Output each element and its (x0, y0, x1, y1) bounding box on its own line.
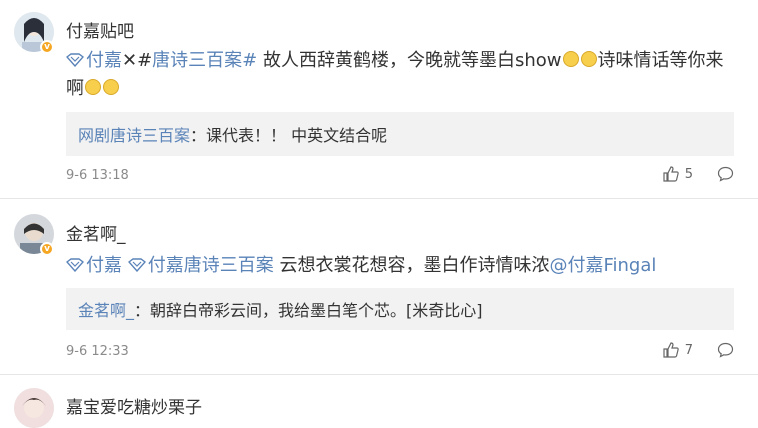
comment-actions: 5 (663, 166, 734, 182)
comment-text: 付嘉 付嘉唐诗三百案 云想衣裳花想容，墨白作诗情味浓@付嘉Fingal (66, 252, 738, 280)
username[interactable]: 嘉宝爱吃糖炒栗子 (66, 393, 202, 418)
comment-body: 云想衣裳花想容，墨白作诗情味浓 (279, 255, 550, 276)
comment-bubble-icon[interactable] (717, 166, 734, 182)
mention-link[interactable]: @付嘉Fingal (549, 255, 656, 276)
comment-text: 付嘉✕#唐诗三百案# 故人西辞黄鹤楼，今晚就等墨白show 诗味情话等你来啊 (66, 47, 738, 103)
topic-link[interactable]: 付嘉 (66, 255, 122, 276)
reply-author[interactable]: 网剧唐诗三百案 (78, 122, 190, 146)
username[interactable]: 付嘉贴吧 (66, 17, 134, 42)
like-count: 5 (684, 166, 693, 182)
smile-emoji-icon (562, 51, 579, 67)
timestamp: 9-6 12:33 (66, 344, 129, 359)
thumbs-up-icon[interactable] (663, 166, 679, 182)
comment-item: 嘉宝爱吃糖炒栗子 (0, 376, 758, 428)
comment-item: v 付嘉贴吧 付嘉✕#唐诗三百案# 故人西辞黄鹤楼，今晚就等墨白show 诗味情话… (0, 0, 758, 200)
divider (0, 198, 758, 199)
comment-bubble-icon[interactable] (717, 342, 734, 358)
verified-badge-icon: v (40, 40, 54, 54)
super-topic-icon (66, 53, 84, 67)
like-count: 7 (684, 342, 693, 358)
reply-text: ：朝辞白帝彩云间，我给墨白笔个芯。[米奇比心] (134, 301, 483, 320)
avatar[interactable] (14, 388, 54, 428)
topic-link[interactable]: 唐诗三百案# (152, 50, 257, 71)
smile-emoji-icon (85, 79, 101, 95)
timestamp: 9-6 13:18 (66, 168, 129, 183)
comment-item: v 金茗啊_ 付嘉 付嘉唐诗三百案 云想衣裳花想容，墨白作诗情味浓@付嘉Fing… (0, 200, 758, 370)
smile-emoji-icon (580, 51, 597, 67)
divider (0, 374, 758, 375)
username[interactable]: 金茗啊_ (66, 220, 126, 245)
topic-link[interactable]: 付嘉唐诗三百案 (127, 255, 274, 276)
separator: ✕# (122, 50, 153, 71)
topic-link[interactable]: 付嘉 (66, 50, 122, 71)
thumbs-up-icon[interactable] (663, 342, 679, 358)
comment-body: 故人西辞黄鹤楼，今晚就等墨白show (263, 50, 562, 71)
smile-emoji-icon (103, 79, 119, 95)
comment-actions: 7 (663, 342, 734, 358)
super-topic-icon (127, 258, 146, 272)
reply-text: ：课代表！！ 中英文结合呢 (190, 126, 388, 145)
reply-preview[interactable]: 金茗啊_ ：朝辞白帝彩云间，我给墨白笔个芯。[米奇比心] (66, 288, 734, 330)
super-topic-icon (66, 258, 84, 272)
reply-preview[interactable]: 网剧唐诗三百案 ：课代表！！ 中英文结合呢 (66, 112, 734, 156)
reply-author[interactable]: 金茗啊_ (78, 297, 134, 321)
verified-badge-icon: v (40, 242, 54, 256)
